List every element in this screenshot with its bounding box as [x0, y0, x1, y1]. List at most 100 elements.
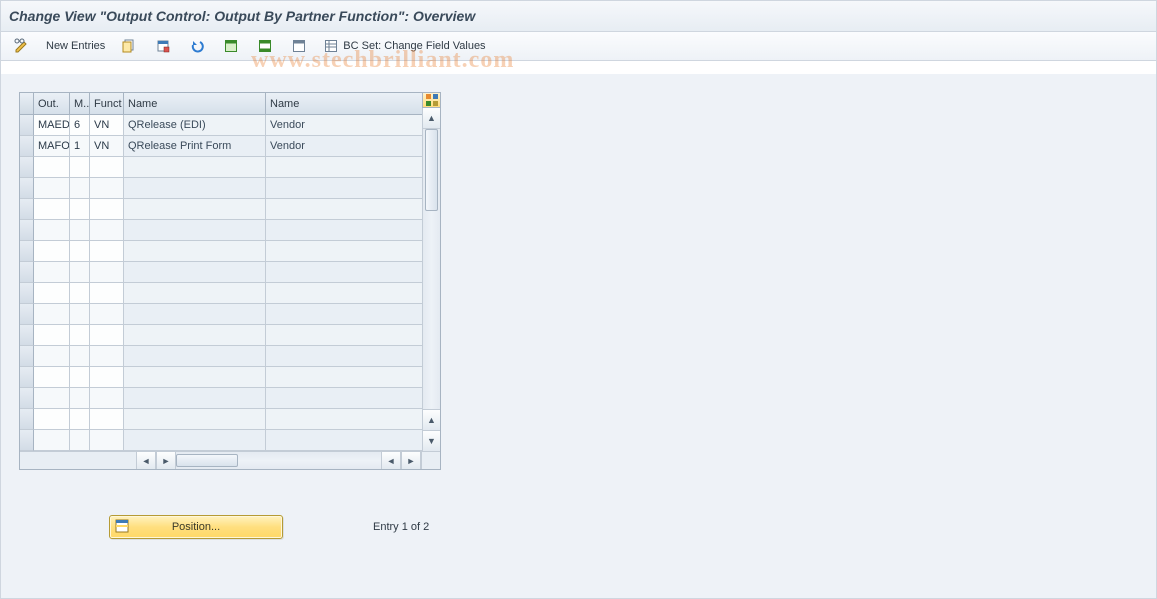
toggle-change-button[interactable]	[7, 35, 37, 57]
cell-out[interactable]	[34, 430, 70, 451]
cell-out[interactable]	[34, 262, 70, 283]
row-selector[interactable]	[20, 157, 34, 178]
scroll-left-small-button[interactable]: ►	[156, 452, 176, 469]
cell-out[interactable]	[34, 283, 70, 304]
horizontal-scrollbar[interactable]: ◄ ► ◄ ►	[20, 451, 440, 469]
cell-name2	[266, 178, 422, 199]
row-selector[interactable]	[20, 388, 34, 409]
cell-funct[interactable]	[90, 409, 124, 430]
cell-name2	[266, 262, 422, 283]
cell-funct[interactable]	[90, 346, 124, 367]
cell-out[interactable]	[34, 220, 70, 241]
cell-name2	[266, 430, 422, 451]
cell-funct[interactable]	[90, 178, 124, 199]
cell-out[interactable]	[34, 199, 70, 220]
col-header-name1[interactable]: Name	[124, 93, 266, 115]
row-selector[interactable]	[20, 178, 34, 199]
scroll-right-small-button[interactable]: ◄	[381, 452, 401, 469]
cell-m[interactable]	[70, 388, 90, 409]
col-header-funct[interactable]: Funct	[90, 93, 124, 115]
row-selector-header[interactable]	[20, 93, 34, 115]
cell-funct[interactable]	[90, 241, 124, 262]
cell-out[interactable]: MAFO	[34, 136, 70, 157]
cell-m[interactable]	[70, 304, 90, 325]
cell-funct[interactable]	[90, 304, 124, 325]
cell-m[interactable]	[70, 430, 90, 451]
cell-m[interactable]	[70, 199, 90, 220]
cell-name2: Vendor	[266, 115, 422, 136]
cell-funct[interactable]	[90, 157, 124, 178]
row-selector[interactable]	[20, 325, 34, 346]
cell-funct[interactable]	[90, 220, 124, 241]
cell-out[interactable]: MAED	[34, 115, 70, 136]
cell-funct[interactable]	[90, 262, 124, 283]
cell-m[interactable]	[70, 325, 90, 346]
row-selector[interactable]	[20, 262, 34, 283]
cell-funct[interactable]	[90, 367, 124, 388]
cell-out[interactable]	[34, 241, 70, 262]
cell-out[interactable]	[34, 367, 70, 388]
cell-funct[interactable]	[90, 283, 124, 304]
cell-m[interactable]	[70, 220, 90, 241]
table-config-button[interactable]	[422, 93, 440, 108]
cell-funct[interactable]	[90, 199, 124, 220]
select-all-button[interactable]	[216, 35, 246, 57]
scroll-up-button[interactable]: ▲	[423, 108, 440, 129]
row-selector[interactable]	[20, 367, 34, 388]
scroll-track-horizontal[interactable]	[176, 452, 381, 469]
row-selector[interactable]	[20, 283, 34, 304]
scroll-thumb-horizontal[interactable]	[176, 454, 238, 467]
cell-out[interactable]	[34, 346, 70, 367]
row-selector[interactable]	[20, 220, 34, 241]
cell-m[interactable]	[70, 346, 90, 367]
cell-m[interactable]: 1	[70, 136, 90, 157]
row-selector[interactable]	[20, 430, 34, 451]
cell-name2	[266, 157, 422, 178]
cell-m[interactable]	[70, 409, 90, 430]
cell-out[interactable]	[34, 388, 70, 409]
cell-m[interactable]	[70, 241, 90, 262]
row-selector[interactable]	[20, 136, 34, 157]
scroll-down-button[interactable]: ▼	[423, 430, 440, 451]
cell-out[interactable]	[34, 304, 70, 325]
copy-button[interactable]	[114, 35, 144, 57]
cell-m[interactable]	[70, 262, 90, 283]
cell-out[interactable]	[34, 157, 70, 178]
cell-m[interactable]: 6	[70, 115, 90, 136]
position-button[interactable]: Position...	[109, 515, 283, 539]
scroll-left-button[interactable]: ◄	[136, 452, 156, 469]
select-block-button[interactable]	[250, 35, 280, 57]
cell-out[interactable]	[34, 325, 70, 346]
cell-m[interactable]	[70, 157, 90, 178]
row-selector[interactable]	[20, 115, 34, 136]
scroll-right-button[interactable]: ►	[401, 452, 421, 469]
col-header-name2[interactable]: Name	[266, 93, 422, 115]
row-selector[interactable]	[20, 409, 34, 430]
deselect-all-icon	[291, 38, 307, 54]
deselect-all-button[interactable]	[284, 35, 314, 57]
row-selector[interactable]	[20, 346, 34, 367]
col-header-out[interactable]: Out.	[34, 93, 70, 115]
cell-funct[interactable]: VN	[90, 136, 124, 157]
cell-m[interactable]	[70, 283, 90, 304]
row-selector[interactable]	[20, 304, 34, 325]
row-selector[interactable]	[20, 241, 34, 262]
new-entries-button[interactable]: New Entries	[41, 35, 110, 57]
cell-funct[interactable]	[90, 388, 124, 409]
delete-button[interactable]	[148, 35, 178, 57]
undo-button[interactable]	[182, 35, 212, 57]
cell-funct[interactable]	[90, 430, 124, 451]
cell-m[interactable]	[70, 178, 90, 199]
bcset-button[interactable]: BC Set: Change Field Values	[318, 35, 490, 57]
cell-out[interactable]	[34, 409, 70, 430]
row-selector[interactable]	[20, 199, 34, 220]
col-header-m[interactable]: M...	[70, 93, 90, 115]
vertical-scrollbar[interactable]: ▲ ▲ ▼	[422, 108, 440, 451]
scroll-thumb-vertical[interactable]	[425, 129, 438, 211]
scroll-down-small-button[interactable]: ▲	[423, 409, 440, 430]
cell-m[interactable]	[70, 367, 90, 388]
cell-funct[interactable]	[90, 325, 124, 346]
cell-funct[interactable]: VN	[90, 115, 124, 136]
cell-out[interactable]	[34, 178, 70, 199]
scroll-track-vertical[interactable]	[423, 129, 440, 409]
